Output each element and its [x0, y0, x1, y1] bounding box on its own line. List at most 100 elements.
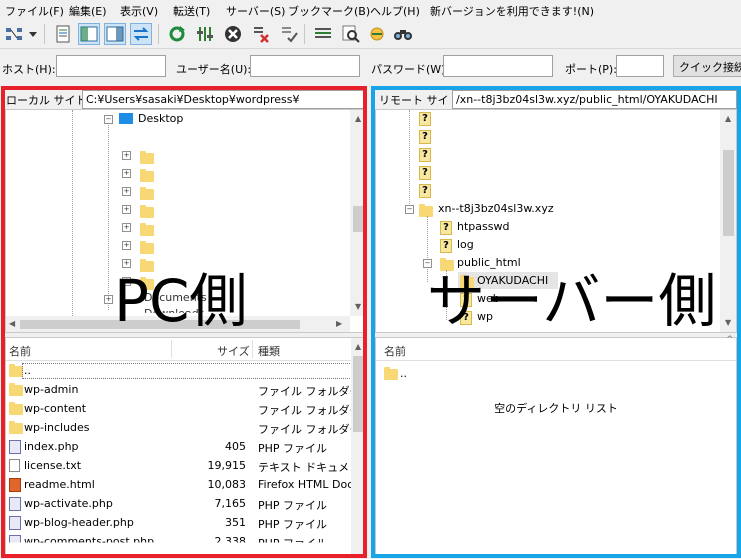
menu-view[interactable]: 表示(V): [120, 3, 158, 19]
file-name: wp-blog-header.php: [24, 516, 134, 529]
collapse-icon[interactable]: −: [405, 205, 414, 214]
expand-icon[interactable]: +: [122, 241, 131, 250]
file-size: 19,915: [207, 459, 247, 472]
file-type: PHP ファイル: [258, 499, 328, 512]
scroll-thumb[interactable]: [353, 356, 364, 432]
password-input[interactable]: [443, 55, 553, 77]
unknown-folder-icon: ?: [419, 130, 431, 144]
expand-icon[interactable]: +: [122, 151, 131, 160]
list-item[interactable]: wp-blog-header.php 351 PHP ファイル: [6, 514, 352, 533]
menu-help[interactable]: ヘルプ(H): [370, 3, 420, 19]
list-item[interactable]: index.php 405 PHP ファイル: [6, 438, 352, 457]
remote-path-input[interactable]: /xn--t8j3bz04sl3w.xyz/public_html/OYAKUD…: [452, 90, 737, 109]
remote-tree-vscrollbar[interactable]: ▲ ▼: [720, 110, 736, 332]
scroll-thumb[interactable]: [723, 150, 734, 236]
local-list-vscrollbar[interactable]: ▲: [351, 338, 366, 554]
menu-new-version[interactable]: 新バージョンを利用できます!(N): [430, 3, 594, 19]
expand-icon[interactable]: +: [122, 223, 131, 232]
expand-icon[interactable]: +: [122, 187, 131, 196]
host-label: ホスト(H):: [2, 63, 56, 76]
list-item[interactable]: wp-activate.php 7,165 PHP ファイル: [6, 495, 352, 514]
list-item[interactable]: wp-admin ファイル フォルダー: [6, 381, 361, 400]
column-type[interactable]: 種類: [258, 343, 280, 359]
server-side-overlay: サーバー側: [427, 267, 717, 335]
list-item[interactable]: wp-includes ファイル フォルダー: [6, 419, 361, 438]
scroll-thumb[interactable]: [353, 206, 364, 232]
folder-icon: [140, 205, 154, 218]
scroll-up-icon[interactable]: ▲: [355, 342, 361, 351]
compare-icon[interactable]: [312, 23, 334, 45]
quickconnect-button[interactable]: クイック接続: [673, 55, 741, 77]
list-item[interactable]: wp-comments-post.php 2,338 PHP ファイル: [6, 533, 352, 543]
list-item[interactable]: license.txt 19,915 テキスト ドキュメント: [6, 457, 366, 476]
search-icon[interactable]: [340, 23, 362, 45]
expand-icon[interactable]: +: [104, 295, 113, 304]
file-name: readme.html: [24, 478, 95, 491]
scroll-down-icon[interactable]: ▼: [725, 318, 731, 327]
unknown-folder-icon: ?: [419, 166, 431, 180]
port-input[interactable]: [616, 55, 664, 77]
port-label: ポート(P):: [565, 63, 617, 76]
toolbar: [0, 20, 741, 49]
local-tree-vscrollbar[interactable]: ▲ ▼: [350, 110, 366, 316]
local-file-list[interactable]: 名前 ^ サイズ 種類 .. wp-admin ファイル フォルダー wp-co…: [5, 337, 367, 555]
remote-list-header: 名前 ^: [376, 335, 736, 361]
file-name: wp-content: [24, 402, 87, 415]
list-item[interactable]: wp-content ファイル フォルダー: [6, 400, 361, 419]
scroll-up-icon[interactable]: ▲: [725, 114, 731, 123]
file-type: ファイル フォルダー: [258, 385, 361, 398]
php-file-icon: [9, 497, 21, 511]
file-size: 351: [225, 516, 246, 529]
expand-icon[interactable]: +: [122, 169, 131, 178]
dropdown-arrow-icon[interactable]: [26, 23, 40, 45]
cancel-icon[interactable]: [222, 23, 244, 45]
file-type: PHP ファイル: [258, 518, 328, 531]
list-item[interactable]: ..: [376, 365, 576, 384]
scroll-right-icon[interactable]: ▶: [336, 319, 342, 328]
remote-file-list[interactable]: 名前 ^ .. 空のディレクトリ リスト: [375, 335, 737, 555]
refresh-icon[interactable]: [166, 23, 188, 45]
menu-edit[interactable]: 編集(E): [69, 3, 107, 19]
menu-file[interactable]: ファイル(F): [5, 3, 64, 19]
menu-transfer[interactable]: 転送(T): [173, 3, 210, 19]
file-size: 10,083: [207, 478, 247, 491]
list-item[interactable]: readme.html 10,083 Firefox HTML Doc: [6, 476, 353, 495]
menu-bookmarks[interactable]: ブックマーク(B): [288, 3, 370, 19]
menu-server[interactable]: サーバー(S): [226, 3, 285, 19]
column-size[interactable]: サイズ: [217, 343, 250, 359]
folder-icon: [140, 223, 154, 236]
column-name[interactable]: 名前: [384, 343, 406, 359]
site-manager-icon[interactable]: [3, 23, 25, 45]
list-item[interactable]: ..: [6, 362, 352, 381]
local-tree-icon[interactable]: [78, 23, 100, 45]
find-files-icon[interactable]: [392, 23, 414, 45]
column-name[interactable]: 名前: [9, 343, 31, 359]
remote-tree-icon[interactable]: [104, 23, 126, 45]
message-log-icon[interactable]: [52, 23, 74, 45]
collapse-icon[interactable]: −: [104, 115, 113, 124]
folder-icon: [9, 402, 23, 415]
file-name: ..: [400, 367, 407, 380]
sync-browse-icon[interactable]: [366, 23, 388, 45]
tree-node-htpasswd[interactable]: htpasswd: [457, 220, 509, 233]
filter-icon[interactable]: [194, 23, 216, 45]
username-input[interactable]: [250, 55, 360, 77]
expand-icon[interactable]: +: [122, 205, 131, 214]
tree-node-desktop[interactable]: Desktop: [138, 112, 183, 125]
tree-guide-line: [108, 120, 109, 310]
tree-node-domain[interactable]: xn--t8j3bz04sl3w.xyz: [438, 202, 554, 215]
disconnect-icon[interactable]: [250, 23, 272, 45]
reconnect-icon[interactable]: [278, 23, 300, 45]
folder-icon: [419, 204, 433, 217]
transfer-queue-icon[interactable]: [130, 23, 152, 45]
file-name: wp-admin: [24, 383, 79, 396]
host-input[interactable]: [56, 55, 166, 77]
tree-node-log[interactable]: log: [457, 238, 474, 251]
scroll-left-icon[interactable]: ◀: [9, 319, 15, 328]
scroll-up-icon[interactable]: ▲: [355, 114, 361, 123]
scroll-down-icon[interactable]: ▼: [355, 302, 361, 311]
folder-icon: [9, 364, 23, 377]
folder-icon: [9, 421, 23, 434]
desktop-icon: [119, 113, 133, 124]
local-path-input[interactable]: C:¥Users¥sasaki¥Desktop¥wordpress¥: [82, 90, 365, 109]
